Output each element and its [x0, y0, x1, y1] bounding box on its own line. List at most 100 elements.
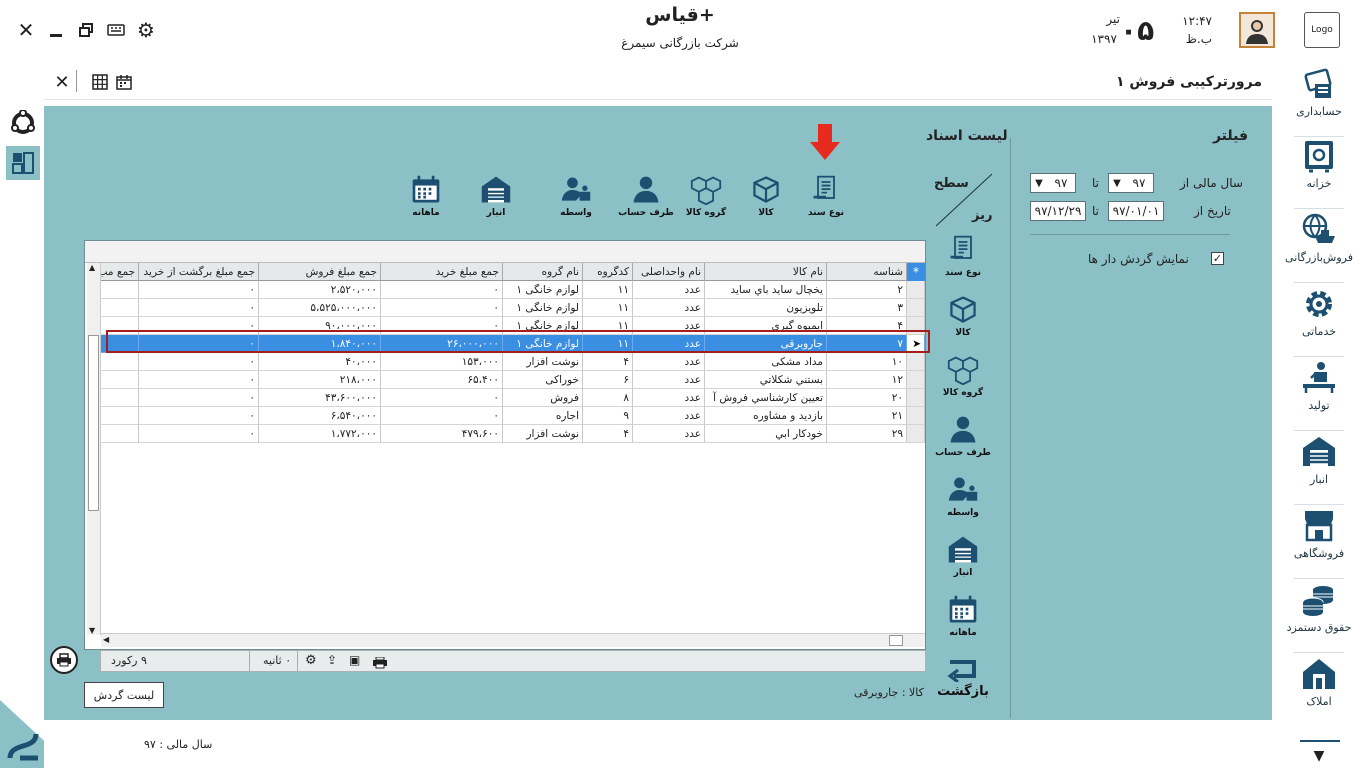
restore-icon[interactable] [76, 20, 96, 40]
vertical-scrollbar[interactable]: ▲ ▼ [87, 263, 101, 635]
red-arrow-indicator [810, 124, 840, 160]
table-cell: ۴ [583, 353, 633, 371]
table-cell: نوشت افزار [503, 353, 583, 371]
toolbar-warehouse-button[interactable]: انبار [468, 174, 524, 218]
table-cell: يخچال ساید باي ساید [705, 281, 827, 299]
table-cell: ۴ [583, 425, 633, 443]
side-person-button[interactable]: طرف حساب [934, 414, 992, 458]
sidebar-item-3[interactable]: خدماتی [1278, 286, 1360, 358]
table-cell: ۳ [827, 299, 907, 317]
row-indicator[interactable] [907, 407, 925, 425]
table-cell: ۲ [827, 281, 907, 299]
table-cell: ۲،۵۲۰،۰۰۰ [259, 281, 381, 299]
scroll-thumb[interactable] [88, 335, 99, 511]
column-header[interactable]: شناسه [827, 263, 907, 281]
side-agent-button[interactable]: واسطه [934, 474, 992, 518]
toolbar-label: گروه کالا [685, 208, 727, 218]
fiscal-from-select[interactable]: ۹۷ ▼ [1108, 173, 1154, 193]
warehouse-icon [948, 536, 978, 563]
column-header[interactable]: نام واحداصلی [633, 263, 705, 281]
layout-panel-icon[interactable] [6, 146, 40, 180]
row-indicator[interactable] [907, 371, 925, 389]
toolbar-label: ماهانه [412, 208, 440, 218]
grid-settings-icon[interactable]: ⚙ [305, 653, 317, 668]
user-avatar-icon[interactable] [1239, 12, 1275, 48]
sidebar-scroll-down-icon[interactable]: ▼ [1304, 748, 1334, 766]
column-header[interactable]: جمع مبلغ برگشت از خرید [139, 263, 259, 281]
sidebar-item-1[interactable]: خزانه [1278, 138, 1360, 210]
calendar-view-icon[interactable] [114, 72, 134, 92]
horizontal-scrollbar[interactable]: ◀ [101, 633, 925, 647]
side-warehouse-button[interactable]: انبار [934, 534, 992, 578]
print-small-icon[interactable] [373, 654, 387, 673]
print-preview-icon[interactable]: ▣ [349, 653, 360, 667]
toolbar-agent-button[interactable]: واسطه [548, 174, 604, 218]
minimize-icon[interactable] [46, 20, 66, 40]
toolbar-box-group-button[interactable]: گروه کالا [678, 174, 734, 218]
sidebar-item-4[interactable]: تولید [1278, 360, 1360, 432]
column-header[interactable]: جمع مبلغ خرید [381, 263, 503, 281]
scroll-h-thumb[interactable] [889, 635, 903, 646]
side-box-button[interactable]: کالا [934, 294, 992, 338]
sidebar-item-6[interactable]: فروشگاهی [1278, 508, 1360, 580]
print-icon[interactable] [50, 646, 78, 674]
toolbar-calendar-button[interactable]: ماهانه [398, 174, 454, 218]
table-row[interactable]: ۲۹ خودکار ابي عدد ۴ نوشت افزار ۴۷۹،۶۰۰ ۱،۷۷۲،۰… [85, 425, 925, 443]
sidebar-item-label: حسابداری [1296, 105, 1342, 118]
show-turnover-checkbox[interactable]: ✓ [1211, 252, 1224, 265]
sidebar-item-2[interactable]: فروش‌بازرگانی [1278, 212, 1360, 284]
table-cell [101, 299, 139, 317]
sidebar-item-0[interactable]: حسابداری [1278, 66, 1360, 138]
table-row[interactable]: ۲۰ تعیین کارشناسي فروش آ عدد ۸ فروش ۰ ۴۳،۶۰۰،۰… [85, 389, 925, 407]
column-header[interactable]: جمع مب [101, 263, 139, 281]
table-row[interactable]: ۲ يخچال ساید باي ساید عدد ۱۱ لوازم خانگی ۱۰۲… [85, 281, 925, 299]
table-row[interactable]: ۱۰ مداد مشکی عدد ۴ نوشت افزار ۱۵۳،۰۰۰ ۴۰،۰۰۰ ۰ [85, 353, 925, 371]
side-doc-type-button[interactable]: نوع سند [934, 234, 992, 278]
scroll-down-icon[interactable]: ▼ [89, 626, 95, 635]
close-tab-icon[interactable]: ✕ [52, 72, 72, 93]
date-from-input[interactable]: ۹۷/۰۱/۰۱ [1108, 201, 1164, 221]
sidebar-separator [1294, 136, 1344, 137]
column-header[interactable]: کدگروه [583, 263, 633, 281]
export-icon[interactable]: ⇪ [327, 653, 337, 667]
row-indicator[interactable] [907, 281, 925, 299]
column-header[interactable]: نام کالا [705, 263, 827, 281]
side-calendar-button[interactable]: ماهانه [934, 594, 992, 638]
doc-type-icon [813, 175, 835, 199]
row-indicator[interactable] [907, 425, 925, 443]
table-cell: ۴۷۹،۶۰۰ [381, 425, 503, 443]
row-indicator[interactable] [907, 353, 925, 371]
side-box-group-button[interactable]: گروه کالا [934, 354, 992, 398]
settings-icon[interactable]: ⚙ [136, 18, 156, 42]
fiscal-to-select[interactable]: ۹۷ ▼ [1030, 173, 1076, 193]
close-icon[interactable]: ✕ [16, 18, 36, 42]
table-row[interactable]: ۱۲ بستني شکلاتي عدد ۶ خوراکی ۶۵،۴۰۰ ۲۱۸،۰۰۰ ۰ [85, 371, 925, 389]
grid-view-icon[interactable] [90, 72, 110, 92]
table-cell: ۲۰ [827, 389, 907, 407]
refresh-icon[interactable] [10, 109, 36, 136]
to-label-2: تا [1092, 204, 1099, 218]
main-panel: فیلتر لیست اسناد سال مالی از ۹۷ ▼ تا ۹۷ ▼ … [44, 106, 1272, 720]
side-tool-label: گروه کالا [942, 388, 984, 398]
row-indicator[interactable] [907, 389, 925, 407]
toolbar-person-button[interactable]: طرف حساب [618, 174, 674, 218]
date-to-input[interactable]: ۹۷/۱۲/۲۹ [1030, 201, 1086, 221]
grid-filter-row[interactable] [85, 241, 925, 263]
column-header[interactable]: نام گروه [503, 263, 583, 281]
sidebar-item-5[interactable]: انبار [1278, 434, 1360, 506]
sidebar-item-8[interactable]: املاک [1278, 656, 1360, 728]
keyboard-icon[interactable] [106, 20, 126, 40]
scroll-left-icon[interactable]: ◀ [103, 635, 109, 644]
table-row[interactable]: ۳ تلویزیون عدد ۱۱ لوازم خانگی ۱ ۰ ۵،۵۲۵،۰۰۰،۰۰… [85, 299, 925, 317]
table-cell: تلویزیون [705, 299, 827, 317]
back-button[interactable]: بازگشت [934, 656, 992, 699]
module-sidebar: حسابداری خزانه فروش‌بازرگانی خدماتی تولید انب… [1278, 62, 1360, 768]
turnover-list-button[interactable]: لیست گردش [84, 682, 164, 708]
column-header[interactable]: جمع مبلغ فروش [259, 263, 381, 281]
table-row[interactable]: ۲۱ بازدید و مشاوره عدد ۹ اجاره ۰ ۶،۵۴۰،۰۰۰ ۰ [85, 407, 925, 425]
toolbar-doc-type-button[interactable]: نوع سند [798, 174, 854, 218]
sidebar-item-7[interactable]: حقوق دستمزد [1278, 582, 1360, 654]
row-indicator[interactable] [907, 299, 925, 317]
scroll-up-icon[interactable]: ▲ [89, 263, 95, 272]
toolbar-box-button[interactable]: کالا [738, 174, 794, 218]
